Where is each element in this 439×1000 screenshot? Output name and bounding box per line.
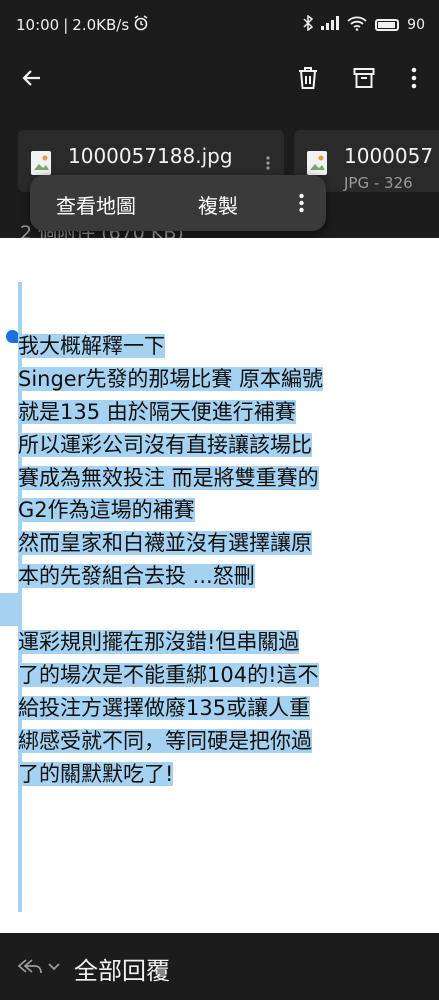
archive-icon[interactable] — [344, 58, 384, 98]
alarm-icon — [133, 15, 149, 35]
body-line: 運彩規則擺在那沒錯!但串關過 — [18, 630, 300, 655]
body-line: 了的場次是不能重綁104的!這不 — [18, 662, 319, 687]
battery-icon — [375, 19, 400, 31]
body-line: 就是135 由於隔天便進行補賽 — [18, 399, 296, 424]
body-line: G2作為這場的補賽 — [18, 498, 195, 523]
body-blank-line — [0, 593, 18, 627]
attachment-filename: 1000057188.jpg — [68, 144, 233, 168]
status-network-speed: 2.0KB/s — [72, 16, 130, 34]
attachment-meta: JPG - 326 — [344, 174, 413, 192]
body-line: 本的先發組合去投 ...怒刪 — [18, 564, 255, 589]
body-line: 所以運彩公司沒有直接讓該場比 — [18, 432, 312, 457]
body-line: 了的關默默吃了! — [18, 761, 174, 786]
bottom-reply-bar: 全部回覆 — [0, 933, 439, 1000]
attachment-filename: 1000057 — [344, 144, 434, 168]
wifi-icon — [347, 16, 367, 35]
attachment-more-icon[interactable] — [266, 155, 270, 174]
view-map-button[interactable]: 查看地圖 — [56, 190, 136, 219]
image-file-icon — [30, 150, 52, 176]
image-file-icon — [306, 150, 328, 176]
bluetooth-icon — [303, 14, 314, 35]
body-line: 賽成為無效投注 而是將雙重賽的 — [18, 465, 319, 490]
reply-all-icon[interactable] — [16, 957, 62, 981]
delete-icon[interactable] — [288, 58, 328, 98]
more-options-icon[interactable] — [299, 193, 304, 217]
overflow-menu-icon[interactable] — [394, 58, 434, 98]
email-body-text[interactable]: 我大概解釋一下 Singer先發的那場比賽 原本編號 就是135 由於隔天便進行… — [0, 330, 423, 790]
battery-percent: 90 — [407, 17, 425, 33]
body-line: 給投注方選擇做廢135或讓人重 — [18, 695, 311, 720]
body-line: 綁感受就不同，等同硬是把你過 — [18, 728, 312, 753]
reply-all-button[interactable]: 全部回覆 — [74, 951, 170, 986]
body-line: 然而皇家和白襪並沒有選擇讓原 — [18, 531, 312, 556]
copy-button[interactable]: 複製 — [198, 190, 238, 219]
signal-icon — [321, 16, 340, 34]
email-body: 我大概解釋一下 Singer先發的那場比賽 原本編號 就是135 由於隔天便進行… — [0, 238, 439, 933]
body-line: 我大概解釋一下 — [18, 334, 165, 358]
status-left: 10:00 | 2.0KB/s — [16, 15, 149, 35]
status-bar: 10:00 | 2.0KB/s 90 — [0, 0, 439, 50]
status-divider: | — [63, 16, 69, 34]
body-line: Singer先發的那場比賽 原本編號 — [18, 366, 324, 391]
back-arrow-icon[interactable] — [12, 58, 52, 98]
text-selection-menu: 查看地圖 複製 — [30, 175, 326, 231]
status-time: 10:00 — [16, 16, 60, 34]
top-toolbar — [0, 50, 439, 106]
status-right: 90 — [303, 14, 425, 35]
